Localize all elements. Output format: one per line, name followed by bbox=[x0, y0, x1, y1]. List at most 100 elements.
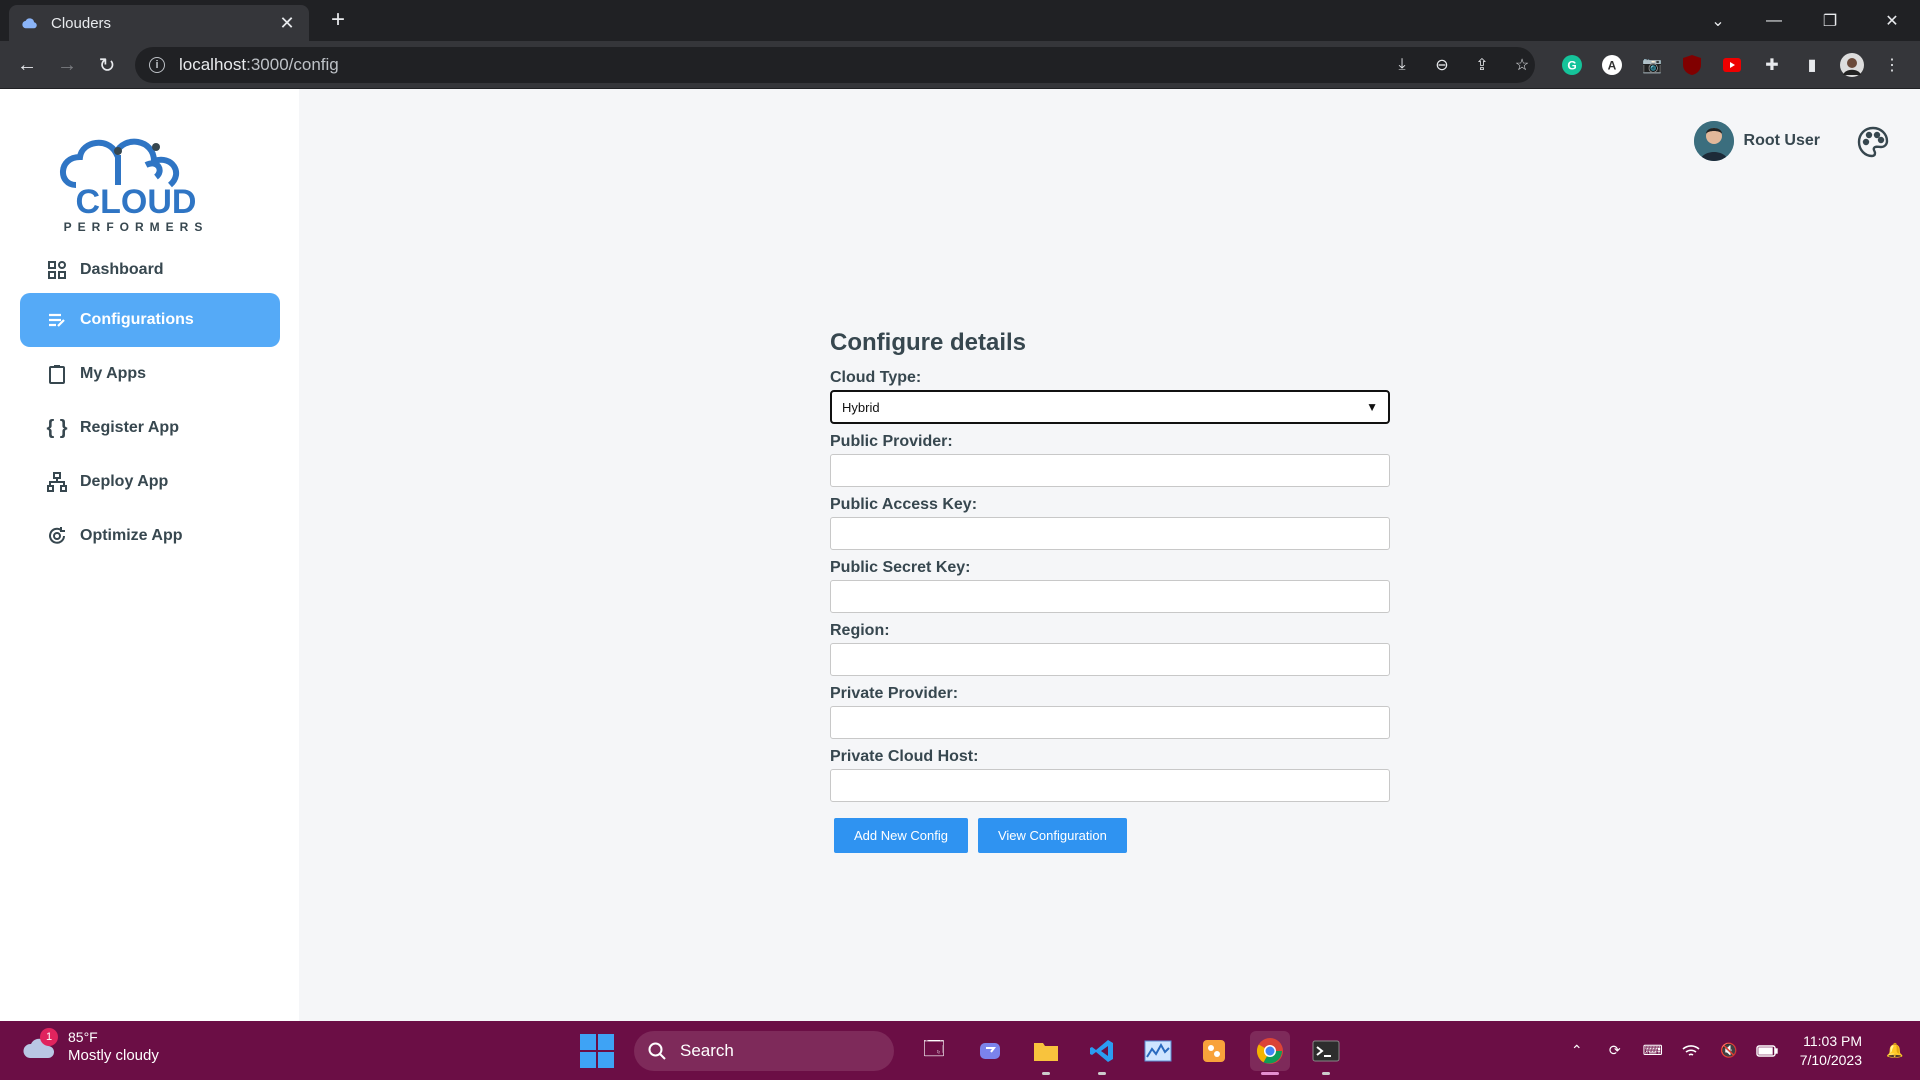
region-input[interactable] bbox=[830, 643, 1390, 676]
logo-line2: PERFORMERS bbox=[64, 220, 209, 233]
region-field: Region: bbox=[830, 622, 1390, 676]
address-bar[interactable]: i localhost:3000/config bbox=[135, 47, 1535, 83]
camera-extension-icon[interactable]: 📷 bbox=[1640, 53, 1664, 77]
logo-line1: CLOUD bbox=[76, 183, 197, 221]
cloud-type-label: Cloud Type: bbox=[830, 369, 922, 386]
hierarchy-icon bbox=[46, 471, 68, 493]
sidebar-item-configurations[interactable]: Configurations bbox=[20, 293, 280, 347]
public-access-key-field: Public Access Key: bbox=[830, 496, 1390, 550]
cloud-type-select[interactable]: Hybrid ▼ bbox=[830, 390, 1390, 424]
tab-title: Clouders bbox=[51, 14, 112, 32]
main-content: Root User Configure details Cloud Type: … bbox=[299, 89, 1920, 1021]
private-provider-input[interactable] bbox=[830, 706, 1390, 739]
browser-toolbar: ← → ↻ i localhost:3000/config ⤓ ⊖ ⇪ ☆ G … bbox=[0, 41, 1920, 89]
weather-condition: Mostly cloudy bbox=[68, 1047, 159, 1064]
weather-widget[interactable]: 1 85°F Mostly cloudy bbox=[22, 1028, 159, 1065]
public-provider-field: Public Provider: bbox=[830, 433, 1390, 487]
chrome-icon[interactable] bbox=[1250, 1031, 1290, 1075]
browser-tab-bar: Clouders ✕ + ⌄ — ❐ ✕ bbox=[0, 0, 1920, 41]
public-provider-label: Public Provider: bbox=[830, 433, 953, 450]
translate-extension-icon[interactable]: A bbox=[1600, 53, 1624, 77]
user-avatar[interactable] bbox=[1693, 121, 1734, 161]
keyboard-icon[interactable]: ⌨ bbox=[1642, 1040, 1664, 1062]
clock[interactable]: 11:03 PM 7/10/2023 bbox=[1800, 1032, 1862, 1070]
extensions-puzzle-icon[interactable]: ✚ bbox=[1760, 53, 1784, 77]
palette-icon[interactable] bbox=[1856, 125, 1890, 159]
private-cloud-host-input[interactable] bbox=[830, 769, 1390, 802]
video-extension-icon[interactable] bbox=[1720, 53, 1744, 77]
site-info-icon[interactable]: i bbox=[149, 57, 165, 73]
weather-temp: 85°F bbox=[68, 1029, 98, 1045]
form-buttons: Add New Config View Configuration bbox=[830, 818, 1390, 853]
public-secret-key-label: Public Secret Key: bbox=[830, 559, 971, 576]
cloud-favicon-icon bbox=[22, 18, 37, 29]
sidebar-item-label: Configurations bbox=[80, 311, 194, 328]
svg-text:G: G bbox=[1567, 59, 1576, 73]
taskbar-search[interactable]: Search bbox=[634, 1031, 894, 1071]
sidebar-item-dashboard[interactable]: Dashboard bbox=[20, 243, 280, 297]
public-provider-input[interactable] bbox=[830, 454, 1390, 487]
zoom-icon[interactable]: ⊖ bbox=[1430, 53, 1454, 77]
mute-speaker-icon[interactable]: 🔇 bbox=[1718, 1040, 1740, 1062]
user-name: Root User bbox=[1743, 132, 1820, 149]
sidebar-item-register-app[interactable]: { } Register App bbox=[20, 401, 280, 455]
list-edit-icon bbox=[46, 309, 68, 331]
grammarly-extension-icon[interactable]: G bbox=[1560, 53, 1584, 77]
cloud-performers-logo: CLOUD PERFORMERS bbox=[60, 138, 209, 233]
ublock-extension-icon[interactable] bbox=[1680, 53, 1704, 77]
task-view-icon[interactable]: 🗔 bbox=[914, 1031, 954, 1071]
sidebar-item-label: Deploy App bbox=[80, 473, 169, 490]
sidebar-item-deploy-app[interactable]: Deploy App bbox=[20, 455, 280, 509]
minimize-icon[interactable]: — bbox=[1746, 0, 1802, 41]
grid-icon bbox=[46, 259, 68, 281]
terminal-icon[interactable] bbox=[1306, 1031, 1346, 1075]
sidebar-item-label: My Apps bbox=[80, 365, 147, 382]
reload-icon[interactable]: ↻ bbox=[94, 52, 120, 78]
paint-app-icon[interactable] bbox=[1194, 1031, 1234, 1071]
sidebar-item-my-apps[interactable]: My Apps bbox=[20, 347, 280, 401]
user-menu[interactable]: Root User bbox=[1693, 121, 1820, 161]
sidebar-item-label: Register App bbox=[80, 419, 179, 436]
teams-chat-icon[interactable] bbox=[970, 1031, 1010, 1071]
public-access-key-label: Public Access Key: bbox=[830, 496, 978, 513]
share-icon[interactable]: ⇪ bbox=[1470, 53, 1494, 77]
new-tab-plus-icon[interactable]: + bbox=[325, 8, 351, 34]
file-explorer-icon[interactable] bbox=[1026, 1031, 1066, 1075]
forward-arrow-icon[interactable]: → bbox=[54, 52, 80, 78]
sync-icon[interactable]: ⟳ bbox=[1604, 1040, 1626, 1062]
taskbar: 1 85°F Mostly cloudy Search 🗔 ⌃ ⟳ ⌨ 🔇 11… bbox=[0, 1021, 1920, 1080]
browser-menu-icon[interactable]: ⋮ bbox=[1880, 53, 1904, 77]
optimize-icon bbox=[46, 525, 68, 547]
profile-avatar-icon[interactable] bbox=[1840, 53, 1864, 77]
sidebar-item-optimize-app[interactable]: Optimize App bbox=[20, 509, 280, 563]
tab-search-chevron-icon[interactable]: ⌄ bbox=[1690, 0, 1746, 41]
battery-icon[interactable] bbox=[1756, 1040, 1778, 1062]
performance-monitor-icon[interactable] bbox=[1138, 1031, 1178, 1071]
notification-bell-icon[interactable]: 🔔 bbox=[1884, 1040, 1906, 1062]
svg-text:A: A bbox=[1608, 59, 1617, 73]
side-panel-icon[interactable]: ▮ bbox=[1800, 53, 1824, 77]
add-new-config-button[interactable]: Add New Config bbox=[834, 818, 968, 853]
private-cloud-host-label: Private Cloud Host: bbox=[830, 748, 979, 765]
view-configuration-button[interactable]: View Configuration bbox=[977, 818, 1127, 853]
tab-close-icon[interactable]: ✕ bbox=[277, 13, 297, 34]
bookmark-star-icon[interactable]: ☆ bbox=[1510, 53, 1534, 77]
close-window-icon[interactable]: ✕ bbox=[1864, 0, 1920, 41]
wifi-icon[interactable] bbox=[1680, 1040, 1702, 1062]
install-app-icon[interactable]: ⤓ bbox=[1390, 53, 1414, 77]
search-icon bbox=[648, 1042, 666, 1060]
url-host: localhost bbox=[179, 55, 247, 74]
public-access-key-input[interactable] bbox=[830, 517, 1390, 550]
back-arrow-icon[interactable]: ← bbox=[14, 52, 40, 78]
search-label: Search bbox=[680, 1041, 734, 1060]
windows-start-icon[interactable] bbox=[580, 1034, 614, 1068]
configure-form: Configure details Cloud Type: Hybrid ▼ P… bbox=[830, 329, 1390, 853]
public-secret-key-input[interactable] bbox=[830, 580, 1390, 613]
restore-icon[interactable]: ❐ bbox=[1802, 0, 1858, 41]
chevron-up-icon[interactable]: ⌃ bbox=[1566, 1040, 1588, 1062]
vscode-icon[interactable] bbox=[1082, 1031, 1122, 1075]
browser-tab[interactable]: Clouders ✕ bbox=[9, 5, 309, 41]
sidebar: CLOUD PERFORMERS Dashboard Configuration… bbox=[0, 89, 299, 1021]
form-title: Configure details bbox=[830, 329, 1027, 356]
weather-badge: 1 bbox=[40, 1028, 58, 1046]
